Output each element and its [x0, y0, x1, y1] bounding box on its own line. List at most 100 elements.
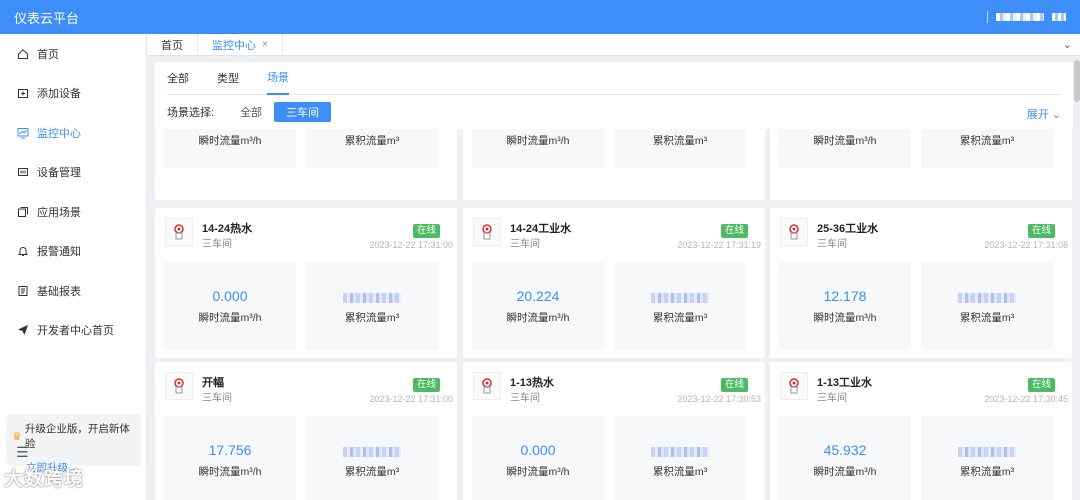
status-badge: 在线: [720, 378, 748, 392]
filter-tab-all[interactable]: 全部: [167, 62, 189, 95]
instant-flow-value: 45.932: [823, 442, 867, 458]
instant-flow-label: 瞬时流量m³/h: [198, 466, 262, 478]
device-name: 开幅: [202, 377, 224, 389]
device-card[interactable]: 25-36工业水 三车间 在线 2023-12-22 17:31:08 12.1…: [770, 208, 1072, 358]
device-name: 25-36工业水: [817, 223, 879, 235]
instant-flow-value: 0.000: [212, 288, 248, 304]
sidebar-item-developer[interactable]: 开发者中心首页: [0, 311, 146, 351]
device-card[interactable]: 7.415 瞬时流量m³/h 累积流量m³: [463, 129, 765, 200]
sidebar-item-label: 监控中心: [37, 127, 81, 140]
filter-tab-type[interactable]: 类型: [217, 62, 239, 95]
device-name: 1-13工业水: [817, 377, 873, 389]
sidebar-item-label: 添加设备: [37, 88, 81, 101]
update-time: 2023-12-22 17:30:45: [984, 394, 1068, 404]
meter-thumbnail-icon: [473, 218, 501, 246]
chevron-down-icon: ⌄: [1048, 109, 1061, 121]
instant-flow-label: 瞬时流量m³/h: [813, 312, 877, 324]
total-flow-value-blurred: [614, 287, 746, 305]
device-card[interactable]: 1-13热水 三车间 在线 2023-12-22 17:30:53 0.000 …: [463, 362, 765, 500]
total-flow-label: 累积流量m³: [344, 312, 400, 324]
status-badge: 在线: [1027, 224, 1055, 238]
device-icon: [18, 168, 28, 177]
collapse-menu-icon[interactable]: ☰: [16, 444, 29, 461]
device-location: 三车间: [202, 393, 232, 404]
divider: [987, 11, 988, 23]
instant-flow-label: 瞬时流量m³/h: [506, 466, 570, 478]
device-card[interactable]: 15.262 瞬时流量m³/h 累积流量m³: [770, 129, 1072, 200]
total-flow-label: 累积流量m³: [652, 466, 708, 478]
total-flow-metric: 累积流量m³: [614, 129, 746, 168]
meter-thumbnail-icon: [165, 372, 193, 400]
sidebar-item-label: 报警通知: [37, 246, 81, 259]
top-bar: 仪表云平台: [0, 0, 1080, 34]
chevron-down-icon[interactable]: ⌄: [1063, 38, 1072, 51]
total-flow-label: 累积流量m³: [959, 135, 1015, 147]
instant-flow-metric: 7.415 瞬时流量m³/h: [472, 129, 604, 168]
page-tabs: 首页 监控中心 × ⌄: [147, 34, 1080, 102]
sidebar-item-label: 基础报表: [37, 285, 81, 298]
sidebar-item-add-device[interactable]: 添加设备: [0, 74, 146, 114]
home-icon: [18, 48, 28, 59]
scrollbar[interactable]: [1074, 60, 1080, 102]
tab-monitor[interactable]: 监控中心 ×: [198, 34, 283, 55]
status-badge: 在线: [720, 224, 748, 238]
sidebar-item-scene[interactable]: 应用场景: [0, 192, 146, 232]
tab-label: 监控中心: [212, 39, 256, 52]
device-card[interactable]: 开幅 三车间 在线 2023-12-22 17:31:00 17.756 瞬时流…: [155, 362, 457, 500]
tab-home[interactable]: 首页: [147, 34, 198, 55]
watermark: 大数跨境: [4, 464, 84, 491]
scene-option-all[interactable]: 全部: [228, 102, 274, 122]
device-location: 三车间: [202, 239, 232, 250]
report-icon: [18, 285, 28, 296]
total-flow-value-blurred: [306, 441, 438, 459]
total-flow-metric: 累积流量m³: [921, 129, 1053, 168]
sidebar-item-monitor[interactable]: 监控中心: [0, 113, 146, 153]
update-time: 2023-12-22 17:30:53: [677, 394, 761, 404]
meter-thumbnail-icon: [780, 372, 808, 400]
meter-thumbnail-icon: [780, 218, 808, 246]
instant-flow-label: 瞬时流量m³/h: [813, 135, 877, 147]
sidebar-item-report[interactable]: 基础报表: [0, 271, 146, 311]
send-icon: [18, 325, 28, 336]
scene-option-workshop3[interactable]: 三车间: [274, 101, 332, 122]
instant-flow-metric: 17.756 瞬时流量m³/h: [164, 416, 296, 500]
update-time: 2023-12-22 17:31:00: [369, 240, 453, 250]
scene-label: 场景选择:: [167, 106, 215, 119]
device-card[interactable]: 0.000 瞬时流量m³/h 累积流量m³: [155, 129, 457, 200]
user-area[interactable]: [987, 11, 1066, 23]
sidebar-item-home[interactable]: 首页: [0, 34, 146, 74]
update-time: 2023-12-22 17:31:00: [369, 394, 453, 404]
crown-icon: ♛: [12, 430, 22, 443]
device-card[interactable]: 14-24热水 三车间 在线 2023-12-22 17:31:00 0.000…: [155, 208, 457, 358]
username-blurred[interactable]: [996, 13, 1044, 21]
device-name: 1-13热水: [510, 377, 555, 389]
monitor-icon: [17, 127, 29, 139]
user-menu-blurred[interactable]: [1052, 13, 1066, 21]
filter-panel: 全部 类型 场景 场景选择: 全部 三车间 展开 ⌄: [155, 62, 1073, 129]
instant-flow-metric: 0.000 瞬时流量m³/h: [472, 416, 604, 500]
scene-selector: 场景选择: 全部 三车间: [167, 95, 1061, 128]
watermark-text: 大数跨境: [4, 469, 85, 490]
instant-flow-label: 瞬时流量m³/h: [506, 135, 570, 147]
expand-label: 展开: [1026, 109, 1049, 121]
close-icon[interactable]: ×: [262, 39, 268, 50]
instant-flow-value: 0.000: [520, 442, 556, 458]
device-card[interactable]: 1-13工业水 三车间 在线 2023-12-22 17:30:45 45.93…: [770, 362, 1072, 500]
instant-flow-label: 瞬时流量m³/h: [198, 312, 262, 324]
device-name: 14-24工业水: [510, 223, 572, 235]
sidebar-item-device-manage[interactable]: 设备管理: [0, 153, 146, 193]
instant-flow-metric: 15.262 瞬时流量m³/h: [779, 129, 911, 168]
expand-button[interactable]: 展开 ⌄: [1027, 106, 1061, 122]
filter-tabs: 全部 类型 场景: [167, 62, 1061, 95]
total-flow-label: 累积流量m³: [652, 312, 708, 324]
scene-icon: [18, 206, 28, 217]
sidebar-item-label: 应用场景: [37, 206, 81, 219]
instant-flow-metric: 20.224 瞬时流量m³/h: [472, 262, 604, 350]
instant-flow-value: 17.756: [208, 442, 252, 458]
meter-thumbnail-icon: [165, 218, 193, 246]
filter-tab-scene[interactable]: 场景: [267, 62, 289, 95]
total-flow-label: 累积流量m³: [959, 312, 1015, 324]
sidebar-item-alarm[interactable]: 报警通知: [0, 232, 146, 272]
device-location: 三车间: [817, 393, 847, 404]
device-card[interactable]: 14-24工业水 三车间 在线 2023-12-22 17:31:19 20.2…: [463, 208, 765, 358]
